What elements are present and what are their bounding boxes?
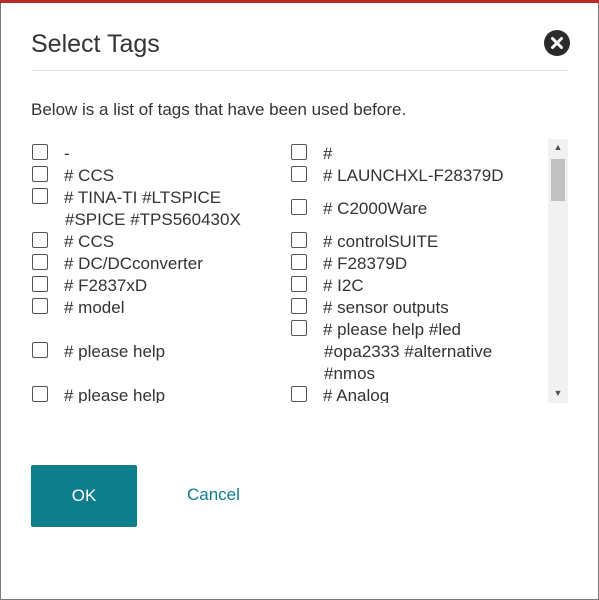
tag-item: # please help #led #opa2333 #alternative…: [290, 319, 540, 385]
tag-item: # DC/DCconverter: [31, 253, 281, 275]
tag-label: # TINA-TI #LTSPICE #SPICE #TPS560430X: [64, 188, 241, 229]
tag-item: # TINA-TI #LTSPICE #SPICE #TPS560430X: [31, 187, 281, 231]
tag-checkbox[interactable]: [32, 276, 48, 292]
tag-label: #: [323, 144, 333, 163]
tag-item: -: [31, 143, 281, 165]
tag-label: -: [64, 144, 70, 163]
tag-checkbox[interactable]: [291, 232, 307, 248]
scroll-thumb[interactable]: [551, 159, 565, 201]
tag-item: # please help: [31, 385, 281, 403]
tag-checkbox[interactable]: [32, 232, 48, 248]
tag-item: # controlSUITE: [290, 231, 540, 253]
tag-label: # please help: [64, 342, 166, 361]
tag-item: # please help: [31, 341, 281, 363]
tag-spacer: [31, 319, 281, 341]
tag-checkbox[interactable]: [32, 386, 48, 402]
tag-label: # DC/DCconverter: [64, 254, 203, 273]
tag-item: # I2C: [290, 275, 540, 297]
tag-item: # F28379D: [290, 253, 540, 275]
tag-column-left: - # CCS # TINA-TI #LTSPICE #SPICE #TPS56…: [31, 143, 281, 403]
tag-checkbox[interactable]: [291, 298, 307, 314]
tag-spacer: [31, 363, 281, 385]
tag-label: # F28379D: [323, 254, 408, 273]
tag-label: # Analog: [323, 386, 390, 403]
tag-checkbox[interactable]: [32, 144, 48, 160]
intro-text: Below is a list of tags that have been u…: [31, 100, 407, 119]
tag-item: # CCS: [31, 165, 281, 187]
tag-label: # C2000Ware: [323, 199, 428, 218]
tag-item: # C2000Ware: [290, 187, 540, 231]
scroll-down-arrow-icon[interactable]: ▼: [548, 385, 568, 401]
title-divider: [31, 70, 568, 71]
tag-column-right: # # LAUNCHXL-F28379D # C2000Ware # contr…: [290, 143, 540, 403]
tag-item: # LAUNCHXL-F28379D: [290, 165, 540, 187]
ok-button[interactable]: OK: [31, 465, 137, 527]
tag-checkbox[interactable]: [291, 386, 307, 402]
tag-item: # sensor outputs: [290, 297, 540, 319]
tag-checkbox[interactable]: [291, 254, 307, 270]
scroll-up-arrow-icon[interactable]: ▲: [548, 139, 568, 155]
tag-label: # CCS: [64, 166, 115, 185]
tag-checkbox[interactable]: [291, 144, 307, 160]
tag-label: # controlSUITE: [323, 232, 439, 251]
close-icon[interactable]: [544, 30, 570, 56]
tag-label: # sensor outputs: [323, 298, 449, 317]
tag-list-scrollbar[interactable]: ▲ ▼: [548, 139, 568, 403]
tag-label: # CCS: [64, 232, 115, 251]
select-tags-dialog: Select Tags Below is a list of tags that…: [1, 3, 598, 599]
tag-list[interactable]: - # CCS # TINA-TI #LTSPICE #SPICE #TPS56…: [31, 139, 568, 403]
tag-item: #: [290, 143, 540, 165]
cancel-button[interactable]: Cancel: [187, 484, 240, 506]
tag-checkbox[interactable]: [291, 320, 307, 336]
tag-label: # LAUNCHXL-F28379D: [323, 166, 504, 185]
tag-checkbox[interactable]: [291, 199, 307, 215]
tag-item: # F2837xD: [31, 275, 281, 297]
tag-label: # model: [64, 298, 125, 317]
tag-checkbox[interactable]: [32, 188, 48, 204]
tag-checkbox[interactable]: [32, 342, 48, 358]
tag-checkbox[interactable]: [291, 166, 307, 182]
tag-checkbox[interactable]: [32, 166, 48, 182]
tag-item: # CCS: [31, 231, 281, 253]
tag-item: # Analog: [290, 385, 540, 403]
tag-label: # please help: [64, 386, 166, 403]
tag-checkbox[interactable]: [32, 298, 48, 314]
tag-checkbox[interactable]: [291, 276, 307, 292]
dialog-title: Select Tags: [31, 30, 160, 58]
tag-item: # model: [31, 297, 281, 319]
tag-label: # F2837xD: [64, 276, 148, 295]
tag-label: # please help #led #opa2333 #alternative…: [323, 320, 493, 383]
tag-label: # I2C: [323, 276, 364, 295]
tag-checkbox[interactable]: [32, 254, 48, 270]
